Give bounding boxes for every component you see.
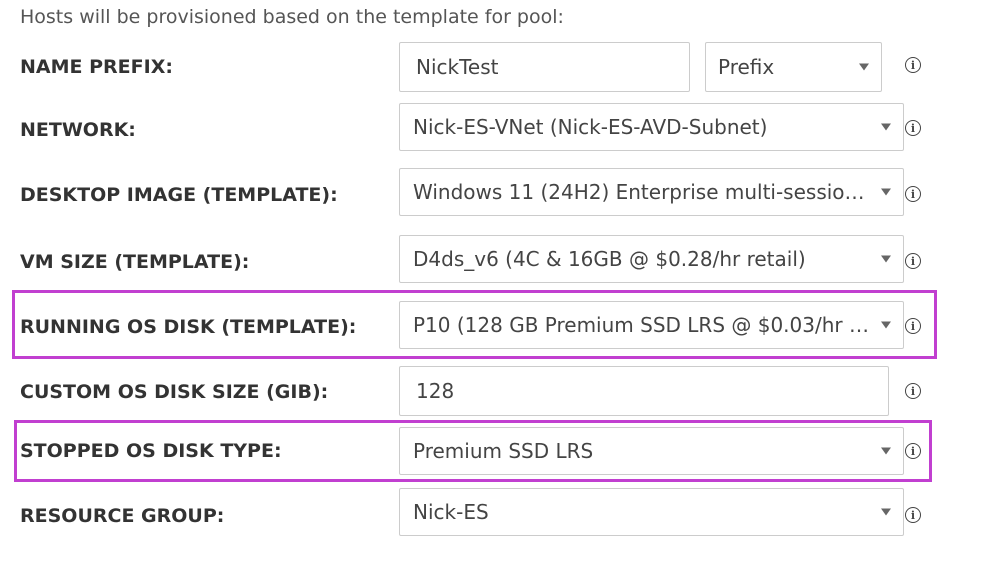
info-circle-icon[interactable]: i	[905, 318, 921, 334]
name-prefix-label: NAME PREFIX:	[20, 56, 173, 78]
resource-group-label: RESOURCE GROUP:	[20, 505, 225, 527]
name-prefix-value: NickTest	[416, 55, 499, 79]
custom-os-disk-size-label: CUSTOM OS DISK SIZE (GIB):	[20, 381, 329, 403]
info-circle-icon[interactable]: i	[905, 57, 921, 73]
name-prefix-mode-select[interactable]: Prefix	[705, 42, 882, 92]
running-os-disk-value: P10 (128 GB Premium SSD LRS @ $0.03/hr r…	[413, 313, 873, 337]
running-os-disk-label: RUNNING OS DISK (TEMPLATE):	[20, 316, 357, 338]
resource-group-select[interactable]: Nick-ES	[399, 488, 904, 536]
chevron-down-icon	[881, 508, 891, 516]
desktop-image-select[interactable]: Windows 11 (24H2) Enterprise multi-sessi…	[399, 168, 904, 216]
custom-os-disk-size-value: 128	[416, 379, 455, 403]
running-os-disk-select[interactable]: P10 (128 GB Premium SSD LRS @ $0.03/hr r…	[399, 301, 904, 349]
info-circle-icon[interactable]: i	[905, 443, 921, 459]
info-circle-icon[interactable]: i	[905, 383, 921, 399]
name-prefix-input[interactable]: NickTest	[399, 42, 690, 92]
stopped-os-disk-type-label: STOPPED OS DISK TYPE:	[20, 440, 282, 462]
name-prefix-mode-value: Prefix	[718, 55, 775, 79]
info-circle-icon[interactable]: i	[905, 507, 921, 523]
chevron-down-icon	[881, 123, 891, 131]
vm-size-value: D4ds_v6 (4C & 16GB @ $0.28/hr retail)	[413, 247, 806, 271]
resource-group-value: Nick-ES	[413, 500, 489, 524]
chevron-down-icon	[859, 63, 869, 71]
desktop-image-label: DESKTOP IMAGE (TEMPLATE):	[20, 184, 338, 206]
stopped-os-disk-type-select[interactable]: Premium SSD LRS	[399, 427, 904, 475]
network-label: NETWORK:	[20, 119, 136, 141]
custom-os-disk-size-input[interactable]: 128	[399, 366, 889, 416]
desktop-image-value: Windows 11 (24H2) Enterprise multi-sessi…	[413, 180, 873, 204]
chevron-down-icon	[881, 447, 891, 455]
vm-size-select[interactable]: D4ds_v6 (4C & 16GB @ $0.28/hr retail)	[399, 235, 904, 283]
chevron-down-icon	[881, 188, 891, 196]
network-select[interactable]: Nick-ES-VNet (Nick-ES-AVD-Subnet)	[399, 103, 904, 151]
info-circle-icon[interactable]: i	[905, 120, 921, 136]
network-value: Nick-ES-VNet (Nick-ES-AVD-Subnet)	[413, 115, 768, 139]
intro-text: Hosts will be provisioned based on the t…	[20, 6, 564, 28]
chevron-down-icon	[881, 255, 891, 263]
stopped-os-disk-type-value: Premium SSD LRS	[413, 439, 594, 463]
vm-size-label: VM SIZE (TEMPLATE):	[20, 251, 250, 273]
info-circle-icon[interactable]: i	[905, 253, 921, 269]
info-circle-icon[interactable]: i	[905, 186, 921, 202]
chevron-down-icon	[881, 321, 891, 329]
